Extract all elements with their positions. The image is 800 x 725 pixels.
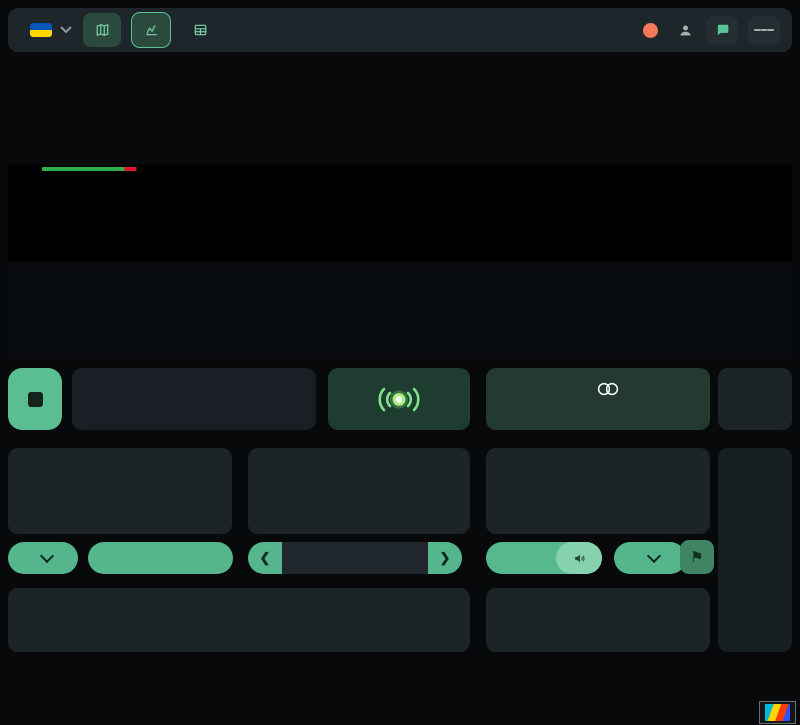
flag-button[interactable]: ⚑	[680, 540, 714, 574]
spectrum-analyzer	[8, 165, 792, 261]
menu-button[interactable]	[748, 16, 780, 45]
ps-name-panel	[72, 368, 316, 430]
header-bar	[8, 8, 792, 52]
tune-down-button[interactable]: ❮	[248, 542, 282, 574]
stop-audio-button[interactable]	[8, 368, 62, 430]
spectrum-plot[interactable]	[30, 165, 790, 243]
s-meter	[38, 167, 204, 171]
broadcast-icon	[376, 386, 422, 413]
radiotext-panel	[8, 588, 470, 652]
pi-code-panel	[8, 448, 232, 534]
volume-thumb[interactable]	[556, 542, 602, 574]
rds-logger-button[interactable]	[181, 13, 219, 47]
chevron-down-icon	[647, 549, 661, 563]
spectrum-y-axis	[8, 165, 28, 243]
af-list-panel[interactable]	[718, 368, 792, 430]
signal-history-graph	[8, 266, 792, 358]
spectrum-x-axis	[30, 246, 790, 259]
spectrum-button[interactable]	[132, 13, 170, 47]
speaker-icon	[572, 552, 587, 565]
hamburger-icon	[754, 29, 761, 31]
tune-up-button[interactable]: ❯	[428, 542, 462, 574]
livemap-button[interactable]	[83, 13, 121, 47]
af-list-body	[718, 448, 792, 652]
map-icon	[95, 23, 110, 37]
chevron-down-icon	[40, 549, 54, 563]
spectrum-chart	[30, 165, 790, 243]
protv-tv-logo	[765, 704, 790, 721]
signal-history-chart	[8, 266, 792, 358]
chat-icon	[715, 23, 730, 37]
flag-icon: ⚑	[690, 549, 703, 566]
signal-value	[486, 458, 710, 498]
mode-select[interactable]	[614, 542, 686, 574]
rds-flags-panel	[486, 368, 710, 430]
listeners-counter	[678, 23, 696, 38]
fm-dx-webserver-app: ❮ ❯ ⚑	[0, 0, 800, 725]
frequency-input[interactable]	[282, 542, 428, 574]
chat-button[interactable]	[706, 16, 738, 45]
antenna-select[interactable]	[8, 542, 78, 574]
local-time-block	[365, 58, 565, 59]
station-info-panel[interactable]	[486, 588, 710, 652]
frequency-tuner: ❮ ❯	[248, 542, 462, 574]
user-icon	[678, 23, 693, 38]
protv-watermark	[759, 701, 796, 724]
chevron-down-icon[interactable]	[60, 26, 72, 34]
tp-ta-flags	[516, 381, 536, 396]
spectrum-graph-icon	[144, 23, 159, 37]
eq-ims-toggle-group	[88, 542, 233, 574]
frequency-panel[interactable]	[248, 448, 470, 534]
s-meter-bar	[42, 167, 192, 171]
signal-panel	[486, 448, 710, 534]
ukraine-flag-icon	[30, 23, 52, 37]
table-icon	[193, 23, 208, 37]
volume-slider[interactable]	[486, 542, 602, 574]
audio-stream-button[interactable]	[328, 368, 470, 430]
stop-icon	[28, 392, 43, 407]
weather-dot-icon	[643, 23, 658, 38]
stereo-icon	[595, 382, 621, 396]
